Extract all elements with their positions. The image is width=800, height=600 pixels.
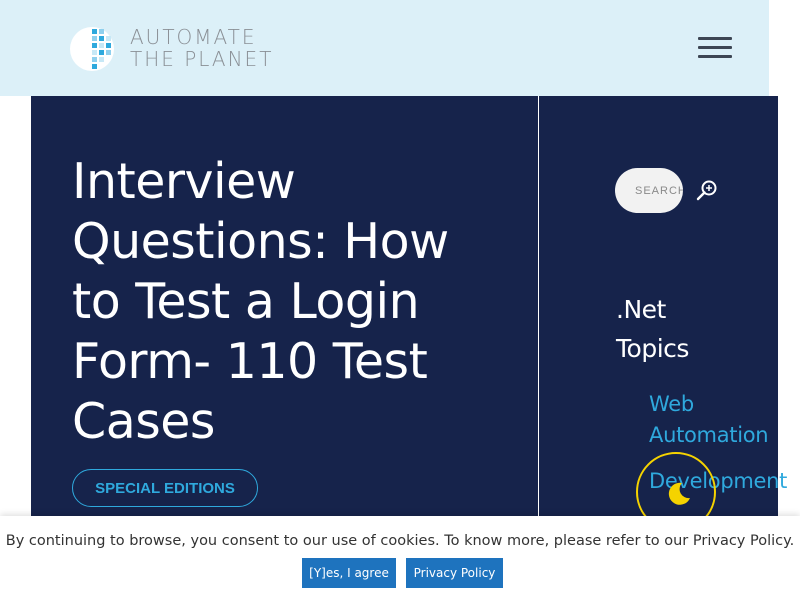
article-title: Interview Questions: How to Test a Login… (72, 153, 449, 450)
category-badge-link[interactable]: SPECIAL EDITIONS (72, 469, 258, 507)
moon-icon (668, 482, 690, 505)
sidebar-link-web[interactable]: Web (649, 389, 694, 420)
logo-line-2: THE PLANET (130, 47, 274, 71)
header-edge (769, 0, 800, 96)
cookie-banner: By continuing to browse, you consent to … (0, 516, 800, 600)
cookie-message: By continuing to browse, you consent to … (5, 533, 795, 549)
search-icon[interactable] (696, 179, 718, 201)
search-input[interactable] (615, 168, 683, 213)
sidebar-heading-line-1: .Net (616, 295, 666, 324)
logo-wordmark: AUTOMATE THE PLANET (130, 26, 273, 70)
site-header: AUTOMATE THE PLANET (0, 0, 769, 96)
hamburger-menu-icon[interactable] (698, 33, 734, 61)
sidebar-link-automation[interactable]: Automation (649, 420, 769, 451)
site-logo[interactable]: AUTOMATE THE PLANET (68, 25, 278, 73)
sidebar-heading-line-2: Topics (616, 334, 689, 363)
sidebar-heading: .Net Topics (616, 290, 766, 368)
logo-mark-icon (70, 27, 114, 71)
logo-line-1: AUTOMATE (130, 25, 257, 49)
privacy-policy-button[interactable]: Privacy Policy (406, 558, 503, 588)
cookie-agree-button[interactable]: [Y]es, I agree (302, 558, 396, 588)
